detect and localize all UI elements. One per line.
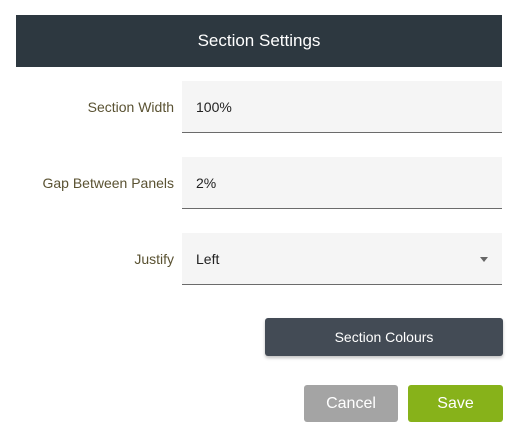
save-button[interactable]: Save: [408, 385, 503, 422]
section-width-value: 100%: [196, 98, 232, 115]
dialog-title: Section Settings: [197, 31, 321, 50]
section-settings-dialog: Section Settings Section Width 100% Gap …: [0, 0, 514, 431]
section-colours-button[interactable]: Section Colours: [265, 318, 503, 356]
section-width-input[interactable]: 100%: [182, 81, 502, 133]
chevron-down-icon[interactable]: [480, 256, 488, 262]
dialog-header: Section Settings: [16, 15, 502, 67]
cancel-button[interactable]: Cancel: [304, 385, 398, 422]
gap-between-panels-value: 2%: [196, 174, 217, 191]
justify-label: Justify: [134, 251, 174, 267]
gap-between-panels-label: Gap Between Panels: [42, 175, 174, 191]
justify-select[interactable]: Left: [182, 233, 502, 285]
section-width-label: Section Width: [87, 99, 174, 115]
gap-between-panels-input[interactable]: 2%: [182, 157, 502, 209]
justify-value: Left: [196, 250, 220, 267]
